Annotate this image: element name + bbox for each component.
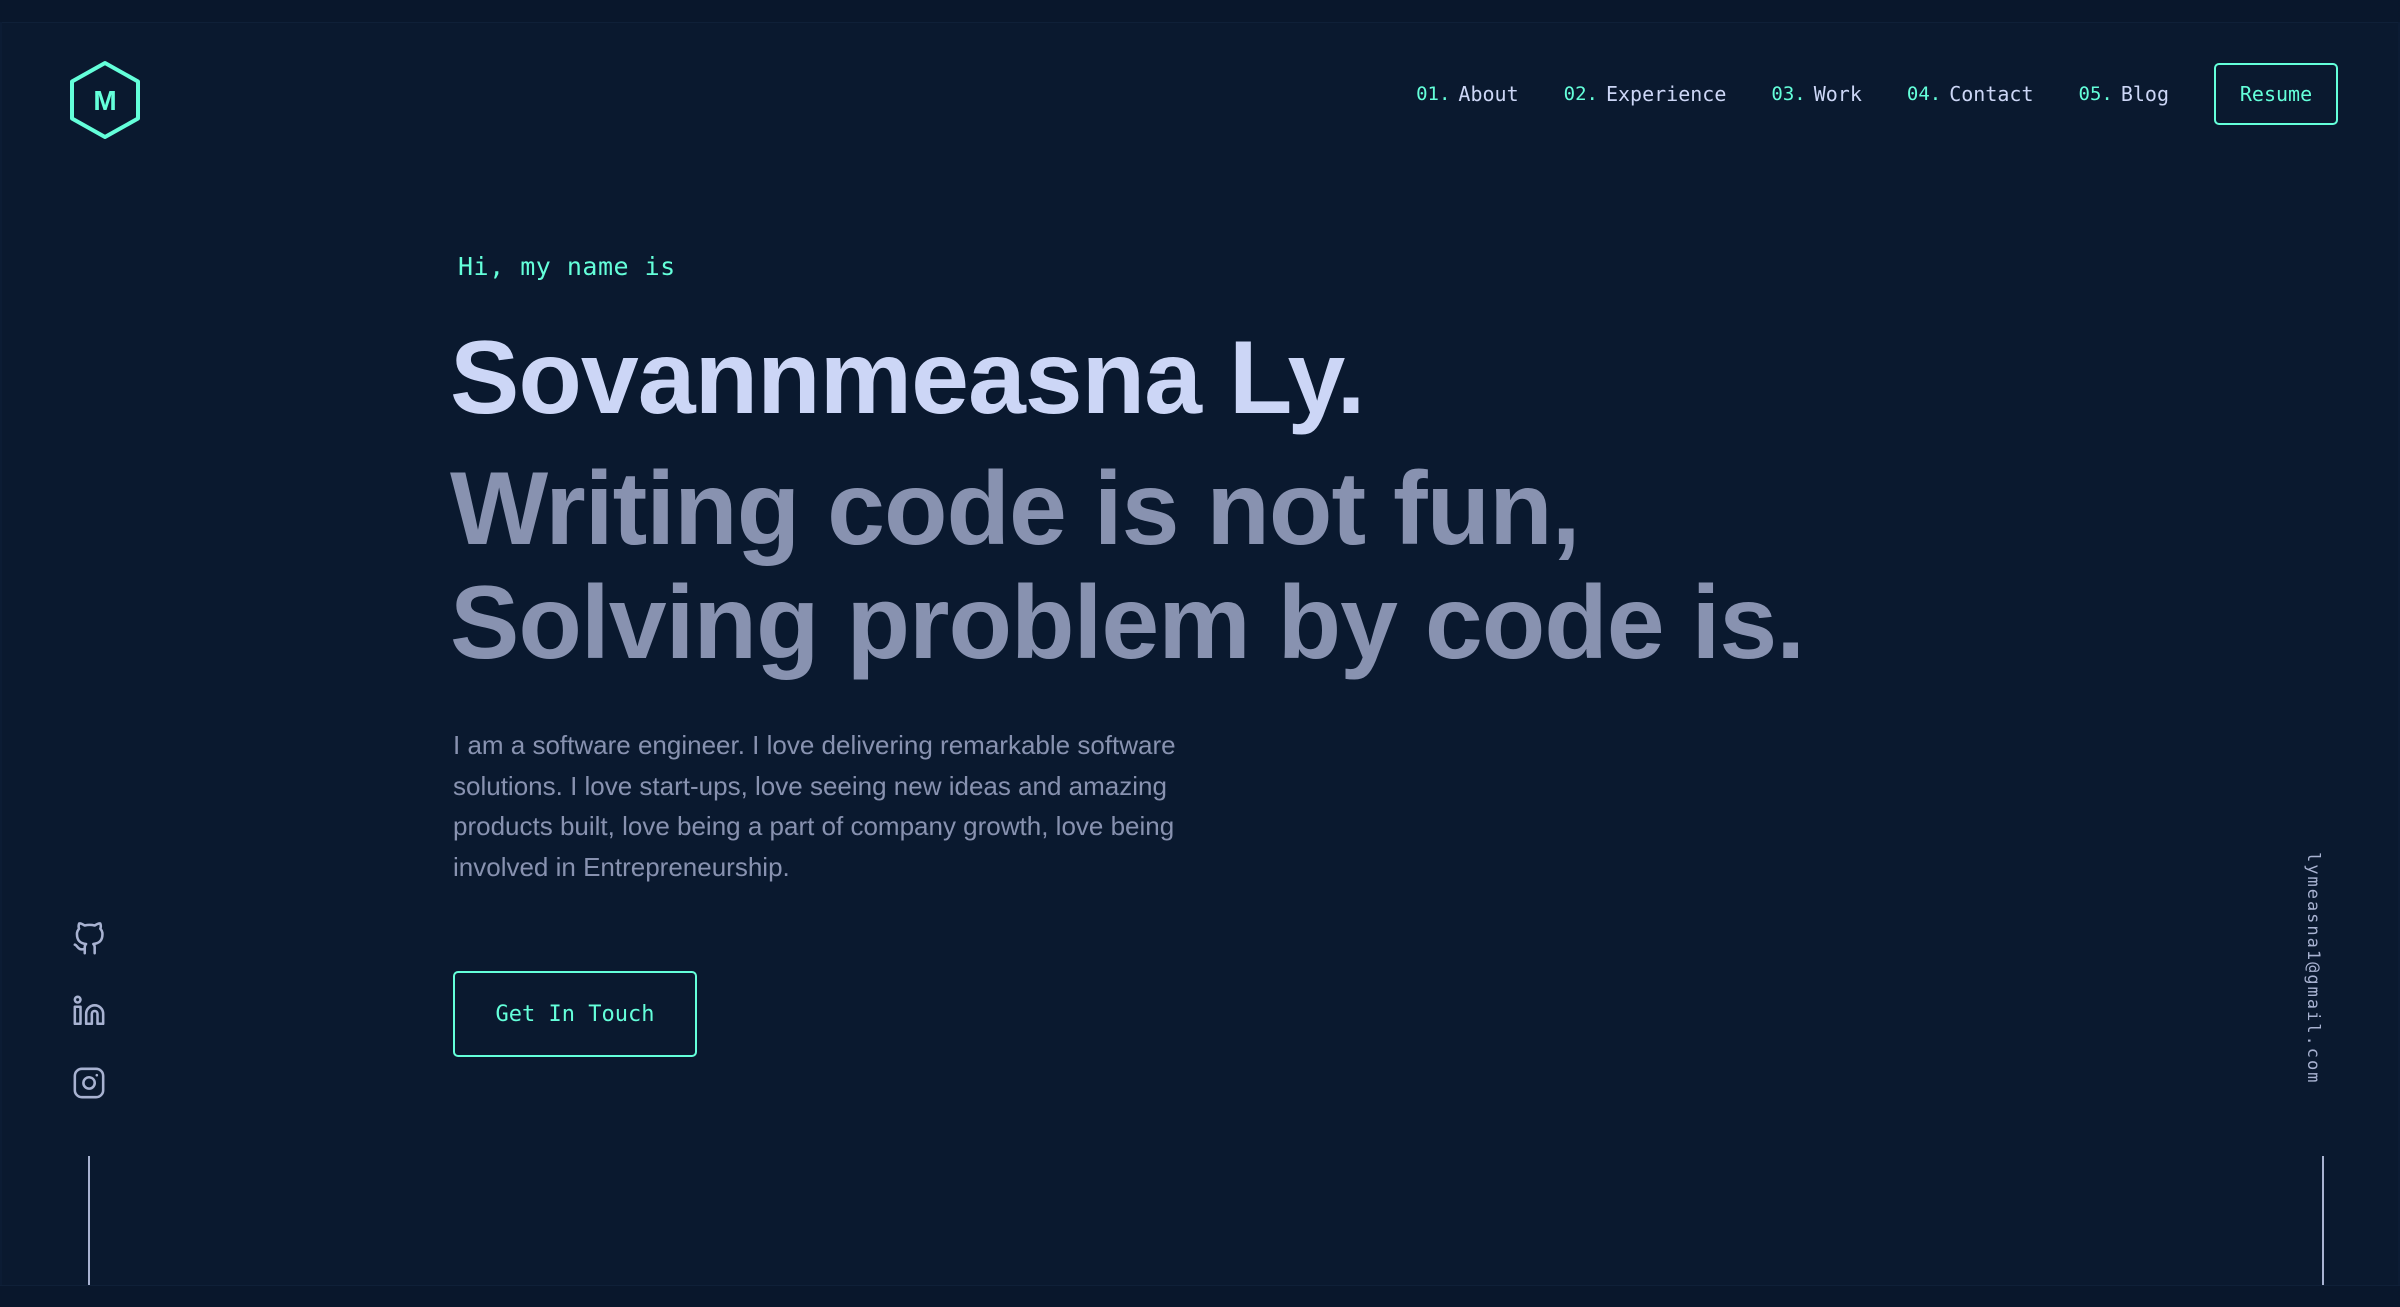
- main-nav: 01. About 02. Experience 03. Work 04. Co…: [1416, 63, 2338, 125]
- nav-item-label: Work: [1813, 82, 1862, 106]
- github-icon[interactable]: [72, 922, 106, 956]
- nav-item-work[interactable]: 03. Work: [1771, 63, 1862, 125]
- hero-description: I am a software engineer. I love deliver…: [453, 730, 1176, 882]
- nav-item-number: 03.: [1771, 83, 1806, 105]
- window-frame-left: [0, 22, 2, 1285]
- window-frame-bottom: [0, 1285, 2400, 1307]
- nav-item-contact[interactable]: 04. Contact: [1907, 63, 2034, 125]
- nav-item-number: 05.: [2078, 83, 2113, 105]
- nav-item-label: Contact: [1949, 82, 2034, 106]
- nav-item-experience[interactable]: 02. Experience: [1564, 63, 1727, 125]
- nav-item-blog[interactable]: 05. Blog: [2079, 63, 2170, 125]
- nav-item-about[interactable]: 01. About: [1416, 63, 1519, 125]
- hero-tagline-line1: Writing code is not fun,: [450, 451, 1581, 567]
- page: M 01. About 02. Experience 03. Work 04. …: [0, 0, 2400, 1307]
- email-link[interactable]: lymeasna1@gmail.com: [2303, 852, 2323, 1084]
- hero-name: Sovannmeasna Ly.: [450, 320, 1366, 436]
- instagram-icon[interactable]: [72, 1066, 106, 1100]
- nav-item-label: Experience: [1605, 82, 1727, 106]
- get-in-touch-button[interactable]: Get In Touch: [453, 971, 697, 1057]
- nav-item-label: Blog: [2120, 82, 2169, 106]
- social-links: [72, 922, 106, 1138]
- social-divider-line: [88, 1156, 90, 1285]
- resume-button[interactable]: Resume: [2214, 63, 2338, 125]
- email-divider-line: [2322, 1156, 2324, 1285]
- hexagon-logo-icon[interactable]: M: [68, 60, 142, 140]
- hero-tagline-line2: Solving problem by code is.: [450, 565, 1805, 681]
- hero-tagline: Writing code is not fun, Solving problem…: [450, 451, 1805, 681]
- linkedin-icon[interactable]: [72, 994, 106, 1028]
- nav-item-number: 04.: [1906, 83, 1942, 105]
- nav-item-number: 02.: [1563, 83, 1598, 105]
- nav-item-number: 01.: [1416, 83, 1451, 105]
- hero-greeting: Hi, my name is: [458, 252, 676, 281]
- nav-item-label: About: [1458, 82, 1519, 106]
- logo-letter: M: [93, 85, 116, 116]
- window-frame-top: [0, 0, 2400, 23]
